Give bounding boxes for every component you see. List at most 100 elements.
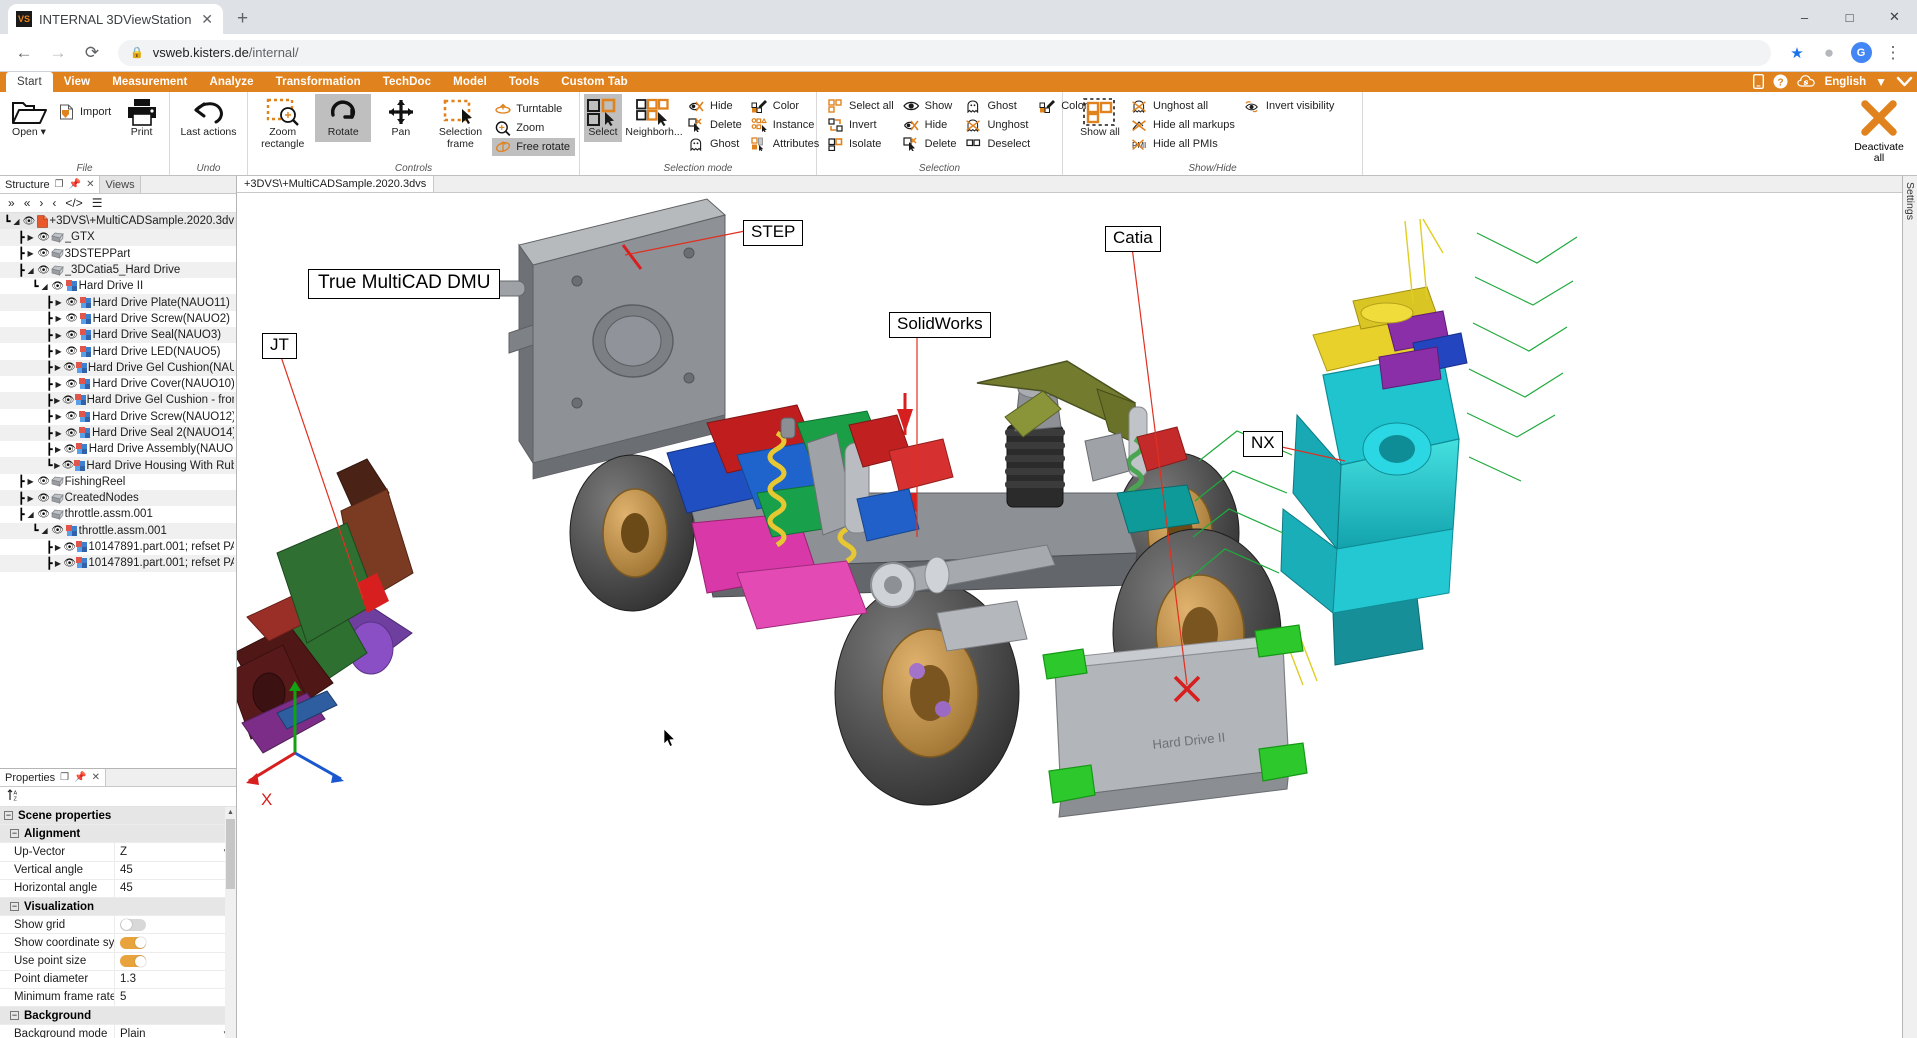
ribbon-collapse-icon[interactable] bbox=[1896, 75, 1913, 90]
ghost-selection-button[interactable]: Ghost bbox=[963, 97, 1035, 115]
visibility-eye-icon[interactable]: 👁 bbox=[63, 444, 76, 455]
rotate-button[interactable]: Rotate bbox=[315, 94, 371, 142]
visibility-eye-icon[interactable]: 👁 bbox=[63, 558, 76, 569]
property-value[interactable]: 45 bbox=[114, 862, 236, 879]
tree-expander[interactable]: ▶ bbox=[25, 233, 37, 242]
visibility-eye-icon[interactable]: 👁 bbox=[37, 248, 51, 259]
reload-icon[interactable]: ⟳ bbox=[78, 39, 106, 67]
tree-row[interactable]: ┣▶👁FishingReel bbox=[0, 474, 236, 490]
tree-expander[interactable]: ▶ bbox=[53, 331, 65, 340]
maximize-icon[interactable]: □ bbox=[1827, 0, 1872, 34]
tree-row[interactable]: ┣▶👁Hard Drive Gel Cushion - front(NAUO bbox=[0, 392, 236, 408]
visibility-eye-icon[interactable]: 👁 bbox=[63, 362, 76, 373]
print-button[interactable]: Print bbox=[118, 94, 165, 142]
close-icon[interactable]: ✕ bbox=[199, 11, 215, 28]
visibility-eye-icon[interactable]: 👁 bbox=[62, 395, 75, 406]
property-row[interactable]: Up-VectorZ▼ bbox=[0, 843, 236, 861]
annotation-nx[interactable]: NX bbox=[1243, 431, 1283, 457]
tree-expander[interactable]: ▶ bbox=[25, 494, 37, 503]
zoom-button[interactable]: Zoom bbox=[492, 119, 575, 137]
tree-row[interactable]: ┣▶👁3DSTEPPart bbox=[0, 246, 236, 262]
visibility-eye-icon[interactable]: 👁 bbox=[64, 411, 78, 422]
annotation-true-multicad-dmu[interactable]: True MultiCAD DMU bbox=[308, 269, 500, 299]
invert-visibility-button[interactable]: Invert visibility bbox=[1242, 97, 1339, 115]
tree-expander[interactable]: ▶ bbox=[53, 347, 65, 356]
hide-button[interactable]: Hide bbox=[686, 97, 747, 115]
hide-selection-button[interactable]: Hide bbox=[901, 116, 962, 134]
collapse-expander-icon[interactable]: − bbox=[10, 1011, 19, 1020]
property-group-header[interactable]: −Scene properties bbox=[0, 807, 236, 825]
cloud-settings-icon[interactable] bbox=[1797, 74, 1816, 90]
tree-expander[interactable]: ▶ bbox=[53, 559, 64, 568]
visibility-eye-icon[interactable]: 👁 bbox=[37, 509, 51, 520]
toggle-switch[interactable] bbox=[120, 955, 146, 967]
tree-row[interactable]: ┣▶👁Hard Drive Gel Cushion(NAUO9) bbox=[0, 360, 236, 376]
invert-button[interactable]: Invert bbox=[825, 116, 899, 134]
visibility-eye-icon[interactable]: 👁 bbox=[37, 476, 51, 487]
deselect-button[interactable]: Deselect bbox=[963, 135, 1035, 153]
scrollbar-thumb[interactable] bbox=[226, 819, 235, 889]
visibility-eye-icon[interactable]: 👁 bbox=[62, 460, 75, 471]
ribbon-tab-analyze[interactable]: Analyze bbox=[198, 72, 264, 92]
unghost-all-button[interactable]: Unghost all bbox=[1129, 97, 1240, 115]
isolate-button[interactable]: Isolate bbox=[825, 135, 899, 153]
tree-expander[interactable]: ▶ bbox=[53, 363, 63, 372]
tree-row[interactable]: ┗◢👁Hard Drive II bbox=[0, 278, 236, 294]
collapse-expander-icon[interactable]: − bbox=[10, 902, 19, 911]
code-view-icon[interactable]: </> bbox=[65, 196, 82, 210]
visibility-eye-icon[interactable]: 👁 bbox=[51, 281, 65, 292]
tree-row[interactable]: ┗▶👁Hard Drive Housing With Rubber Corn bbox=[0, 457, 236, 473]
properties-scrollbar[interactable]: ▲ ▼ bbox=[225, 807, 236, 1038]
property-row[interactable]: Vertical angle45 bbox=[0, 862, 236, 880]
tree-expander[interactable]: ◢ bbox=[25, 266, 37, 275]
minimize-icon[interactable]: – bbox=[1782, 0, 1827, 34]
pin-icon[interactable]: 📌 bbox=[69, 179, 81, 190]
tree-row[interactable]: ┣◢👁_3DCatia5_Hard Drive bbox=[0, 262, 236, 278]
address-bar[interactable]: 🔒 vsweb.kisters.de/internal/ bbox=[118, 40, 1771, 66]
panel-tab-properties[interactable]: Properties ❐ 📌 ✕ bbox=[0, 769, 106, 786]
tree-expander[interactable]: ▶ bbox=[25, 477, 37, 486]
instance-button[interactable]: Instance bbox=[749, 116, 824, 134]
property-row[interactable]: Point diameter1.3 bbox=[0, 971, 236, 989]
ribbon-tab-start[interactable]: Start bbox=[6, 72, 53, 92]
property-row[interactable]: Minimum frame rate ...5 bbox=[0, 989, 236, 1007]
restore-icon[interactable]: ❐ bbox=[60, 772, 69, 783]
property-row[interactable]: Horizontal angle45 bbox=[0, 880, 236, 898]
attributes-button[interactable]: Attributes bbox=[749, 135, 824, 153]
tree-expander[interactable]: ▶ bbox=[53, 445, 64, 454]
scroll-up-arrow[interactable]: ▲ bbox=[225, 807, 236, 818]
visibility-eye-icon[interactable]: 👁 bbox=[65, 346, 79, 357]
visibility-eye-icon[interactable]: 👁 bbox=[22, 216, 36, 227]
tree-row[interactable]: ┣▶👁Hard Drive Cover(NAUO10) bbox=[0, 376, 236, 392]
property-value[interactable] bbox=[114, 916, 236, 933]
toggle-switch[interactable] bbox=[120, 937, 146, 949]
delete-button[interactable]: Delete bbox=[686, 116, 747, 134]
property-row[interactable]: Show grid bbox=[0, 916, 236, 934]
ghost-button[interactable]: Ghost bbox=[686, 135, 747, 153]
property-group-header[interactable]: −Background bbox=[0, 1007, 236, 1025]
chevron-down-icon[interactable]: ▾ bbox=[41, 126, 46, 138]
sort-az-icon[interactable]: AZ bbox=[7, 788, 22, 805]
tree-row[interactable]: ┣▶👁CreatedNodes bbox=[0, 490, 236, 506]
tree-expander[interactable]: ◢ bbox=[25, 510, 37, 519]
free-rotate-button[interactable]: Free rotate bbox=[492, 138, 575, 156]
selection-frame-button[interactable]: Selection frame bbox=[431, 94, 490, 153]
visibility-eye-icon[interactable]: 👁 bbox=[65, 297, 79, 308]
collapse-expander-icon[interactable]: − bbox=[10, 829, 19, 838]
tree-row[interactable]: ┣▶👁10147891.part.001; refset PART bbox=[0, 539, 236, 555]
neighborhood-button[interactable]: Neighborh... bbox=[624, 94, 684, 142]
color-button[interactable]: Color bbox=[749, 97, 824, 115]
show-all-button[interactable]: Show all bbox=[1073, 94, 1127, 142]
annotation-jt[interactable]: JT bbox=[262, 333, 297, 359]
tree-row[interactable]: ┣▶👁_GTX bbox=[0, 229, 236, 245]
tree-expander[interactable]: ▶ bbox=[53, 396, 62, 405]
help-icon[interactable]: ? bbox=[1773, 74, 1788, 91]
delete-selection-button[interactable]: Delete bbox=[901, 135, 962, 153]
language-selector[interactable]: English bbox=[1825, 76, 1867, 88]
unghost-button[interactable]: Unghost bbox=[963, 116, 1035, 134]
mobile-icon[interactable] bbox=[1753, 74, 1764, 91]
close-icon[interactable]: ✕ bbox=[92, 772, 100, 783]
hide-all-markups-button[interactable]: Hide all markups bbox=[1129, 116, 1240, 134]
ribbon-tab-measurement[interactable]: Measurement bbox=[101, 72, 198, 92]
turntable-button[interactable]: Turntable bbox=[492, 100, 575, 118]
